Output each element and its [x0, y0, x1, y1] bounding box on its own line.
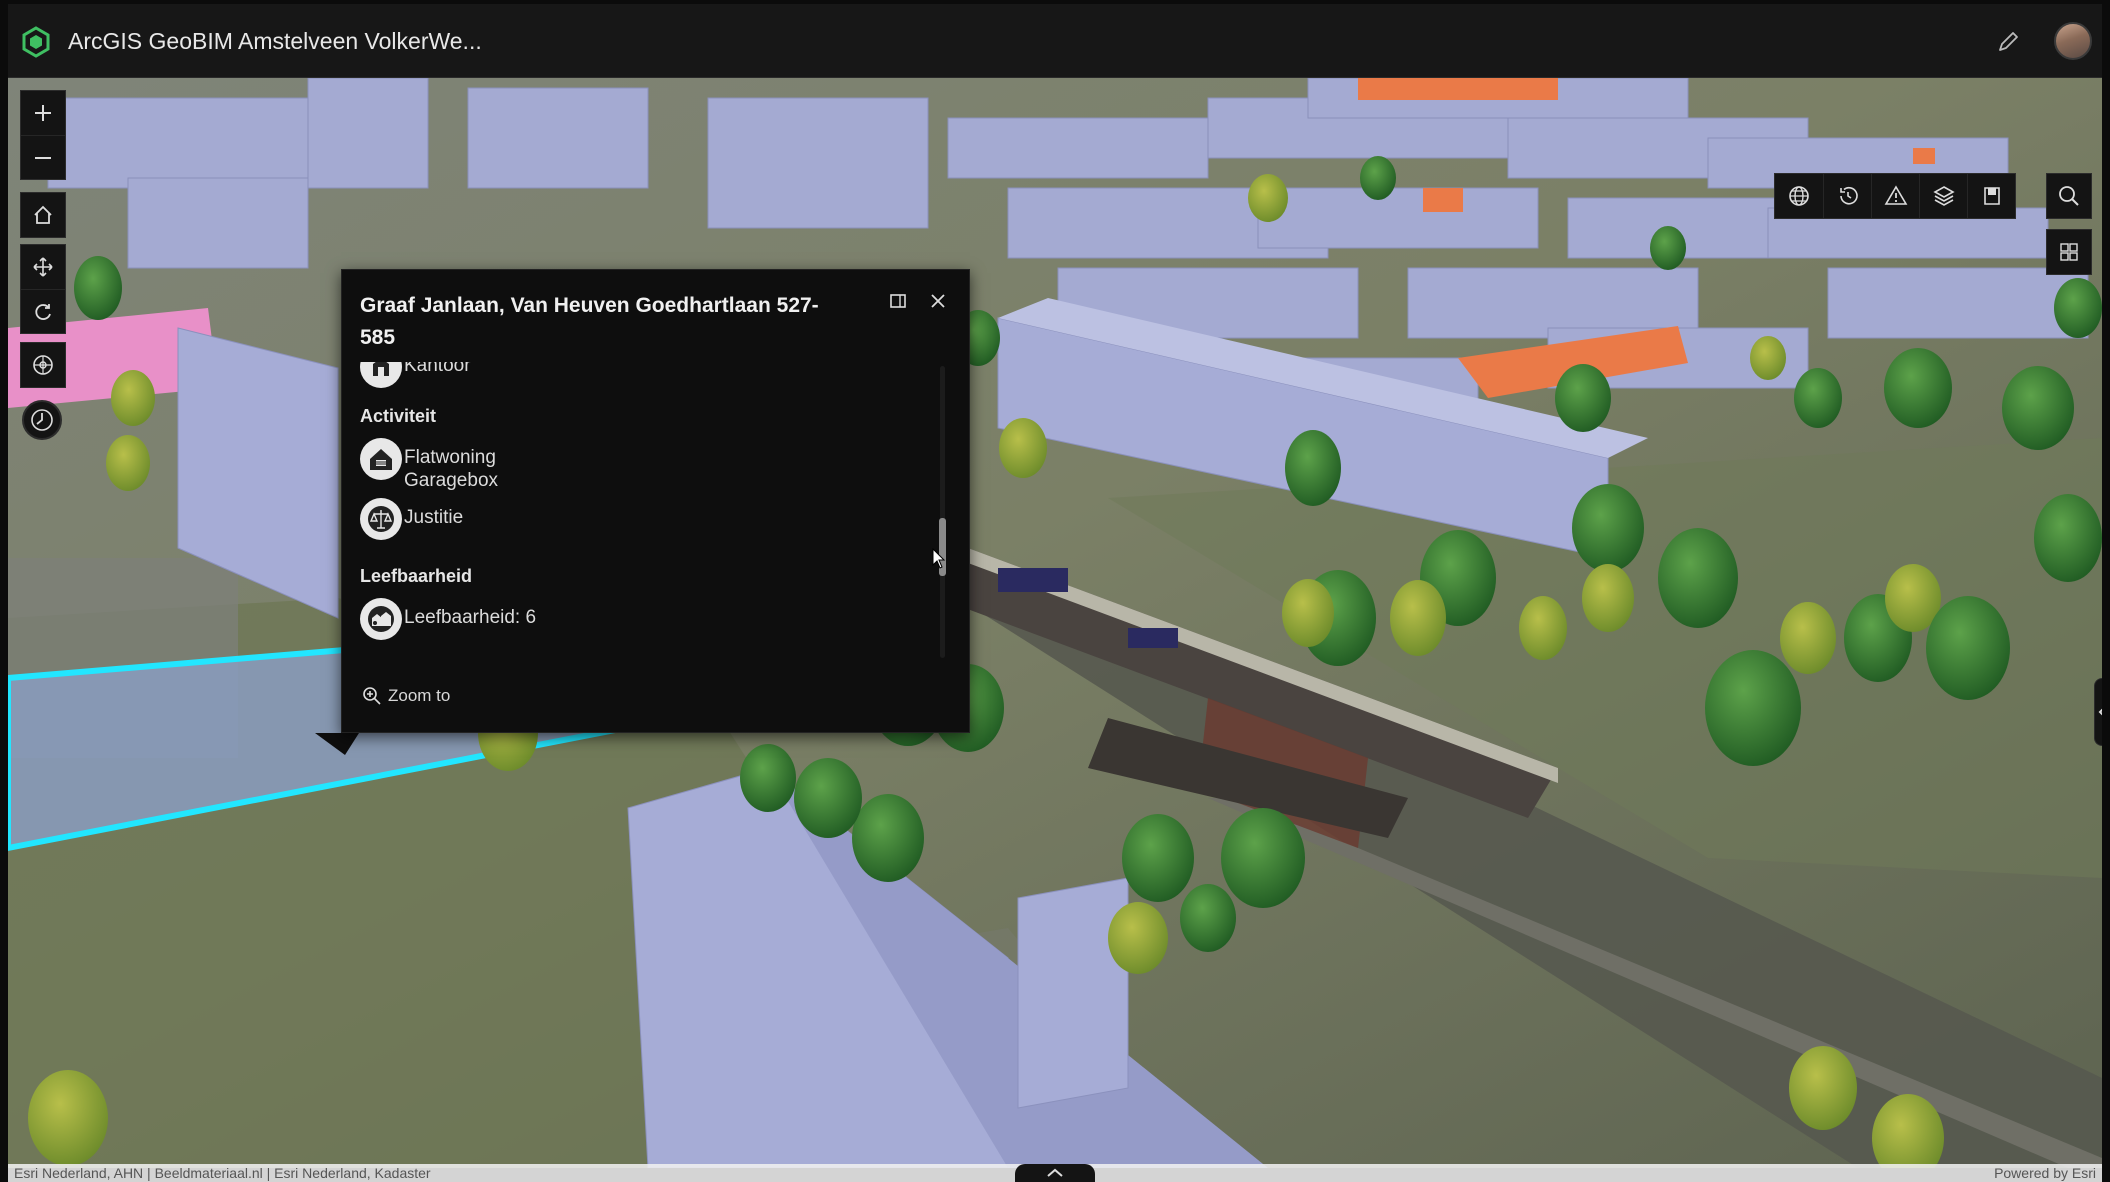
- search-icon: [2059, 186, 2079, 206]
- home-control: [20, 192, 66, 238]
- popup-pointer: [314, 733, 368, 755]
- attribution-text: Esri Nederland, AHN | Beeldmateriaal.nl …: [14, 1165, 431, 1181]
- globe-icon: [1789, 186, 1809, 206]
- office-icon: [360, 362, 402, 388]
- app-window: ArcGIS GeoBIM Amstelveen VolkerWe... Gra…: [0, 0, 2110, 1182]
- 3d-city-scene: [8, 78, 2102, 1168]
- zoom-to-button[interactable]: Zoom to: [362, 686, 450, 706]
- zoom-out-icon: [35, 156, 51, 159]
- powered-by-esri[interactable]: Powered by Esri: [1994, 1164, 2096, 1182]
- zoom-controls: [20, 90, 66, 180]
- popup-content[interactable]: Kantoor Activiteit Flatwoning Garagebox …: [360, 362, 950, 662]
- app-header: ArcGIS GeoBIM Amstelveen VolkerWe...: [8, 4, 2102, 78]
- zoom-to-label: Zoom to: [388, 686, 451, 705]
- bookmark-icon: [1983, 187, 2000, 205]
- basemap-gallery-button[interactable]: [2046, 229, 2092, 275]
- feature-popup: Graaf Janlaan, Van Heuven Goedhartlaan 5…: [341, 269, 970, 733]
- section-heading-leefbaarheid: Leefbaarheid: [360, 566, 473, 586]
- edit-pencil-icon[interactable]: [1992, 26, 2024, 58]
- layers-button[interactable]: [1919, 174, 1967, 218]
- list-item: Justitie: [360, 498, 463, 540]
- home-garage-icon: [360, 438, 402, 480]
- history-icon: [1839, 186, 1858, 205]
- globe-button[interactable]: [1775, 174, 1823, 218]
- basemap-gallery-icon: [2060, 243, 2078, 261]
- chevron-left-icon: [2098, 708, 2102, 716]
- zoom-in-button[interactable]: [21, 91, 65, 135]
- warning-button[interactable]: [1871, 174, 1919, 218]
- close-icon: [931, 294, 945, 308]
- compass-icon: [33, 355, 53, 375]
- widget-toolbar: [1774, 173, 2016, 219]
- mouse-cursor-icon: [932, 548, 946, 569]
- daylight-button[interactable]: [22, 400, 62, 440]
- user-avatar[interactable]: [2054, 22, 2092, 60]
- pan-button[interactable]: [21, 245, 65, 289]
- warning-triangle-icon: [1884, 185, 1907, 205]
- neighborhood-icon: [360, 598, 402, 640]
- rotate-button[interactable]: [21, 289, 65, 333]
- navigation-controls: [20, 244, 66, 334]
- history-button[interactable]: [1823, 174, 1871, 218]
- list-item: Kantoor: [360, 362, 471, 388]
- chevron-up-icon: [1047, 1168, 1063, 1177]
- compass-control: [20, 342, 66, 388]
- list-item-label: Justitie: [404, 507, 464, 528]
- app-logo-icon: [22, 26, 50, 58]
- zoom-to-icon: [363, 687, 381, 705]
- popup-scrollbar-track[interactable]: [940, 366, 945, 658]
- compass-button[interactable]: [21, 343, 65, 387]
- list-item: Leefbaarheid: 6: [360, 598, 536, 640]
- section-heading-activiteit: Activiteit: [360, 406, 437, 426]
- bookmark-button[interactable]: [1967, 174, 2015, 218]
- list-item-label: Leefbaarheid: 6: [404, 607, 537, 628]
- bottom-panel-toggle[interactable]: [1015, 1164, 1095, 1182]
- dock-popup-button[interactable]: [885, 288, 911, 314]
- dock-icon: [890, 294, 906, 308]
- home-icon: [34, 205, 52, 224]
- app-title: ArcGIS GeoBIM Amstelveen VolkerWe...: [68, 28, 482, 54]
- list-item: Flatwoning Garagebox: [360, 438, 498, 492]
- search-button[interactable]: [2046, 173, 2092, 219]
- layers-icon: [1932, 186, 1955, 206]
- home-button[interactable]: [21, 193, 65, 237]
- scales-icon: [360, 498, 402, 540]
- rotate-icon: [35, 303, 51, 320]
- side-panel-toggle[interactable]: [2094, 678, 2102, 746]
- zoom-out-button[interactable]: [21, 135, 65, 179]
- pan-icon: [33, 257, 53, 277]
- zoom-in-icon: [35, 105, 51, 121]
- close-popup-button[interactable]: [925, 288, 951, 314]
- list-item-label: Kantoor: [404, 362, 471, 376]
- popup-title: Graaf Janlaan, Van Heuven Goedhartlaan 5…: [360, 294, 819, 349]
- daylight-icon: [31, 409, 53, 431]
- scene-view[interactable]: Graaf Janlaan, Van Heuven Goedhartlaan 5…: [8, 78, 2102, 1168]
- list-item-label: Flatwoning Garagebox: [404, 447, 499, 491]
